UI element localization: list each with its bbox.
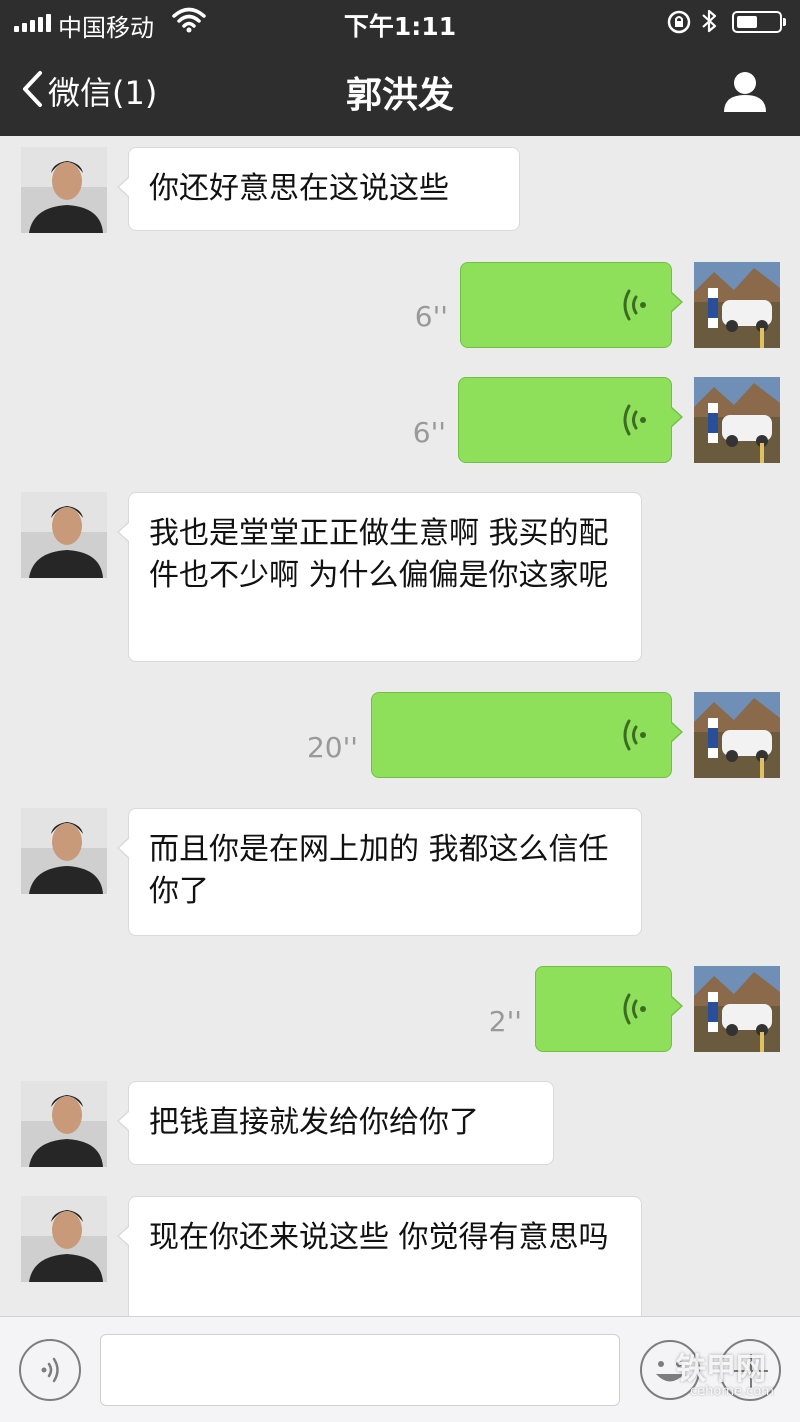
message-bubble-incoming[interactable]: 我也是堂堂正正做生意啊 我买的配件也不少啊 为什么偏偏是你这家呢 [117,492,642,662]
voice-message-bubble[interactable] [371,692,683,778]
chat-message-list[interactable]: 你还好意思在这说这些 6'' 6'' 我也是堂堂正正做生意啊 我买的配件也不少啊… [0,136,800,1316]
message-bubble-incoming[interactable]: 而且你是在网上加的 我都这么信任你了 [117,808,642,936]
message-input[interactable] [100,1334,620,1406]
voice-message-bubble[interactable] [458,377,683,463]
my-avatar[interactable] [694,692,780,778]
person-icon [722,72,768,116]
message-text: 我也是堂堂正正做生意啊 我买的配件也不少啊 为什么偏偏是你这家呢 [149,516,609,593]
chat-title: 郭洪发 [345,75,454,116]
contact-avatar[interactable] [21,1196,107,1282]
message-text: 你还好意思在这说这些 [149,171,449,206]
status-bar: 中国移动 下午1:11 [0,0,800,44]
battery-icon [732,11,786,33]
my-avatar[interactable] [694,377,780,463]
message-bubble-incoming[interactable]: 把钱直接就发给你给你了 [117,1081,554,1165]
voice-duration: 20'' [306,731,358,764]
voice-mode-button[interactable] [19,1339,81,1401]
voice-duration: 6'' [412,416,446,449]
voice-message-bubble[interactable] [460,262,683,348]
bluetooth-icon [700,8,718,40]
message-text: 现在你还来说这些 你觉得有意思吗 [149,1220,609,1255]
message-text: 而且你是在网上加的 我都这么信任你了 [149,832,609,909]
contact-avatar[interactable] [21,1081,107,1167]
chat-header: 微信(1) 郭洪发 [0,44,800,136]
message-text: 把钱直接就发给你给你了 [149,1105,479,1140]
voice-message-bubble[interactable] [535,966,683,1052]
contact-profile-button[interactable] [722,70,768,116]
voice-wave-icon [621,991,649,1031]
voice-wave-icon [621,287,649,327]
voice-duration: 2'' [488,1005,522,1038]
contact-avatar[interactable] [21,808,107,894]
my-avatar[interactable] [694,966,780,1052]
message-bubble-incoming[interactable]: 你还好意思在这说这些 [117,147,520,231]
contact-avatar[interactable] [21,492,107,578]
rotation-lock-icon [666,9,692,39]
my-avatar[interactable] [694,262,780,348]
message-bubble-incoming[interactable]: 现在你还来说这些 你觉得有意思吗 [117,1196,642,1316]
voice-duration: 6'' [414,300,448,333]
voice-mode-icon [39,1355,63,1389]
watermark-url: cehome.com [690,1384,774,1399]
voice-wave-icon [621,717,649,757]
voice-wave-icon [621,402,649,442]
contact-avatar[interactable] [21,147,107,233]
watermark: 铁甲网 [676,1352,766,1387]
